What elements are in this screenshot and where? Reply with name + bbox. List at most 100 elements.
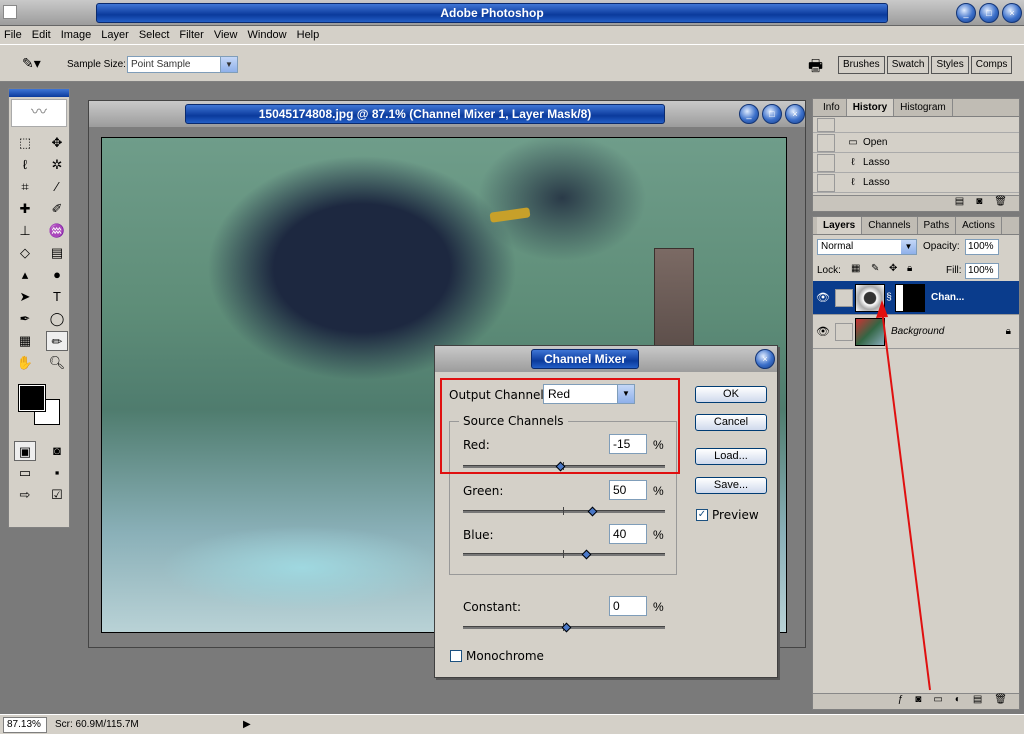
lock-all-icon[interactable]: 🔒︎ xyxy=(907,263,912,274)
adjustment-layer-thumbnail[interactable] xyxy=(855,283,885,312)
marquee-tool-icon[interactable]: ⬚ xyxy=(14,133,36,153)
status-menu-arrow-icon[interactable]: ▶ xyxy=(243,719,251,730)
dodge-tool-icon[interactable]: ● xyxy=(46,265,68,285)
new-document-from-state-icon[interactable]: ▤ xyxy=(955,196,964,211)
layer-row-background[interactable]: 👁︎ Background 🔒︎ xyxy=(813,315,1019,349)
zoom-field[interactable]: 87.13% xyxy=(3,716,47,733)
background-layer-thumbnail[interactable] xyxy=(855,317,885,346)
full-screen-mode-icon[interactable]: ▪ xyxy=(46,463,68,483)
healing-tool-icon[interactable]: ✚ xyxy=(14,199,36,219)
blue-value-field[interactable]: 40 xyxy=(609,524,647,544)
tab-layers[interactable]: Layers xyxy=(817,217,863,234)
doc-maximize-icon[interactable]: □ xyxy=(762,104,782,124)
notes-tool-icon[interactable]: ▦ xyxy=(14,331,36,351)
lock-paint-icon[interactable]: ✎ xyxy=(871,263,879,274)
opacity-field[interactable]: 100% xyxy=(965,239,999,255)
constant-slider[interactable] xyxy=(463,622,665,633)
maximize-icon[interactable]: □ xyxy=(979,3,999,23)
layer-mask-thumbnail[interactable] xyxy=(895,283,925,312)
palette-tab-swatches[interactable]: Swatch xyxy=(886,56,930,74)
palette-tab-comps[interactable]: Comps xyxy=(970,56,1013,74)
tab-info[interactable]: Info xyxy=(817,99,847,116)
crop-tool-icon[interactable]: ⌗ xyxy=(14,177,36,197)
lock-move-icon[interactable]: ✥ xyxy=(889,263,897,274)
document-titlebar[interactable]: 15045174808.jpg @ 87.1% (Channel Mixer 1… xyxy=(89,101,805,127)
lock-transparency-icon[interactable]: ▦ xyxy=(851,263,860,274)
printer-icon[interactable]: 🖶 xyxy=(808,55,823,82)
trash-icon[interactable]: 🗑︎ xyxy=(994,694,1007,709)
load-button[interactable]: Load... xyxy=(695,448,767,465)
tab-channels[interactable]: Channels xyxy=(862,217,918,234)
ok-button[interactable]: OK xyxy=(695,386,767,403)
new-layer-icon[interactable]: ▤ xyxy=(973,694,982,709)
doc-close-icon[interactable]: × xyxy=(785,104,805,124)
cancel-button[interactable]: Cancel xyxy=(695,414,767,431)
menu-image[interactable]: Image xyxy=(61,29,92,41)
quick-mask-mode-icon[interactable]: ◙ xyxy=(46,441,68,461)
blur-tool-icon[interactable]: ▴ xyxy=(14,265,36,285)
menu-view[interactable]: View xyxy=(214,29,238,41)
move-tool-icon[interactable]: ✥ xyxy=(46,133,68,153)
snapshot-icon[interactable]: ◙ xyxy=(976,196,982,211)
tab-paths[interactable]: Paths xyxy=(918,217,957,234)
trash-icon[interactable]: 🗑︎ xyxy=(994,196,1007,211)
menu-help[interactable]: Help xyxy=(297,29,320,41)
jump-to-imageready-icon[interactable]: ⇨ xyxy=(14,485,36,505)
palette-tab-styles[interactable]: Styles xyxy=(931,56,969,74)
magic-wand-tool-icon[interactable]: ✲ xyxy=(46,155,68,175)
close-icon[interactable]: × xyxy=(1002,3,1022,23)
add-mask-icon[interactable]: ◙ xyxy=(915,694,921,709)
history-snapshot-row[interactable] xyxy=(813,117,1019,133)
green-value-field[interactable]: 50 xyxy=(609,480,647,500)
eyedropper-icon[interactable]: ✎▾ xyxy=(22,55,41,72)
path-select-tool-icon[interactable]: ➤ xyxy=(14,287,36,307)
tab-histogram[interactable]: Histogram xyxy=(894,99,953,116)
palette-tab-brushes[interactable]: Brushes xyxy=(838,56,885,74)
monochrome-checkbox[interactable] xyxy=(450,650,462,662)
save-button[interactable]: Save... xyxy=(695,477,767,494)
eraser-tool-icon[interactable]: ◇ xyxy=(14,243,36,263)
type-tool-icon[interactable]: T xyxy=(46,287,68,307)
edit-check-icon[interactable]: ☑ xyxy=(46,485,68,505)
hand-tool-icon[interactable]: ✋ xyxy=(14,353,36,373)
lasso-tool-icon[interactable]: ℓ xyxy=(14,155,36,175)
history-row[interactable]: ℓ Lasso xyxy=(813,153,1019,173)
tab-actions[interactable]: Actions xyxy=(956,217,1002,234)
layer-row-channel-mixer[interactable]: 👁︎ § Chan... xyxy=(813,281,1019,315)
fill-field[interactable]: 100% xyxy=(965,263,999,279)
layer-style-icon[interactable]: ƒ xyxy=(898,694,904,709)
minimize-icon[interactable]: _ xyxy=(956,3,976,23)
menu-file[interactable]: File xyxy=(4,29,22,41)
doc-minimize-icon[interactable]: _ xyxy=(739,104,759,124)
zoom-tool-icon[interactable]: 🔍︎ xyxy=(46,353,68,373)
menu-select[interactable]: Select xyxy=(139,29,170,41)
eyedropper-tool-icon[interactable]: ✏ xyxy=(46,331,68,351)
foreground-color-swatch[interactable] xyxy=(18,384,46,412)
gradient-tool-icon[interactable]: ▤ xyxy=(46,243,68,263)
brush-tool-icon[interactable]: ✐ xyxy=(46,199,68,219)
blue-slider[interactable] xyxy=(463,549,665,560)
menu-window[interactable]: Window xyxy=(248,29,287,41)
new-group-icon[interactable]: ▭ xyxy=(933,694,942,709)
constant-value-field[interactable]: 0 xyxy=(609,596,647,616)
sample-size-select[interactable]: Point Sample ▼ xyxy=(127,56,238,73)
tab-history[interactable]: History xyxy=(846,99,895,116)
shape-tool-icon[interactable]: ◯ xyxy=(46,309,68,329)
eye-icon[interactable]: 👁︎ xyxy=(813,291,833,304)
stamp-tool-icon[interactable]: ⊥ xyxy=(14,221,36,241)
dialog-close-icon[interactable]: × xyxy=(755,349,775,369)
toolbox-header[interactable] xyxy=(9,89,69,97)
new-adjustment-layer-icon[interactable]: ◐ xyxy=(955,694,961,709)
preview-checkbox[interactable]: ✓ xyxy=(696,509,708,521)
eye-icon[interactable]: 👁︎ xyxy=(813,325,833,338)
history-brush-tool-icon[interactable]: ♒ xyxy=(46,221,68,241)
feather-logo-icon[interactable]: 〰 xyxy=(11,99,67,127)
history-row[interactable]: ℓ Lasso xyxy=(813,173,1019,193)
pen-tool-icon[interactable]: ✒ xyxy=(14,309,36,329)
menu-layer[interactable]: Layer xyxy=(101,29,129,41)
menu-filter[interactable]: Filter xyxy=(179,29,203,41)
menu-edit[interactable]: Edit xyxy=(32,29,51,41)
standard-mode-icon[interactable]: ▣ xyxy=(14,441,36,461)
green-slider[interactable] xyxy=(463,506,665,517)
slice-tool-icon[interactable]: ⁄ xyxy=(46,177,68,197)
